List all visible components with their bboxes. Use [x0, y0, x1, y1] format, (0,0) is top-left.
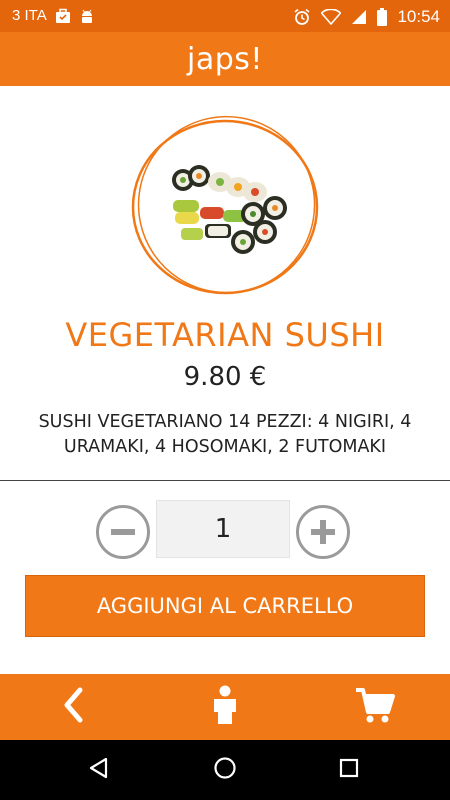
app-logo: japs!	[187, 41, 263, 77]
recents-square-icon	[338, 757, 360, 783]
status-bar: 3 ITA 10:54	[0, 0, 450, 32]
cart-icon	[354, 686, 396, 728]
product-title: VEGETARIAN SUSHI	[65, 316, 385, 354]
quantity-plus-button[interactable]	[296, 505, 350, 559]
alarm-icon	[293, 8, 311, 26]
wifi-icon	[321, 9, 342, 25]
nav-back-button[interactable]	[33, 674, 113, 740]
back-chevron-icon	[60, 687, 86, 727]
quantity-input[interactable]	[156, 500, 290, 558]
carrier-label: 3 ITA	[12, 7, 47, 24]
bottom-nav	[0, 674, 450, 740]
status-right: 10:54	[293, 7, 440, 27]
system-back-button[interactable]	[69, 740, 129, 800]
briefcase-icon	[55, 8, 71, 24]
signal-icon	[351, 9, 367, 25]
product-description: SUSHI VEGETARIANO 14 PEZZI: 4 NIGIRI, 4 …	[38, 412, 412, 457]
status-left: 3 ITA	[12, 7, 95, 24]
clock-time: 10:54	[397, 7, 440, 26]
product-price: 9.80 €	[183, 362, 267, 392]
divider	[0, 480, 450, 481]
quantity-minus-button[interactable]	[96, 505, 150, 559]
app-header: japs!	[0, 32, 450, 86]
system-home-button[interactable]	[195, 740, 255, 800]
back-triangle-icon	[88, 757, 110, 783]
system-nav-bar	[0, 740, 450, 800]
product-image	[125, 112, 325, 302]
home-circle-icon	[213, 756, 237, 784]
system-recents-button[interactable]	[319, 740, 379, 800]
android-icon	[79, 8, 95, 24]
add-to-cart-button[interactable]: AGGIUNGI AL CARRELLO	[25, 575, 425, 637]
user-icon	[211, 685, 239, 729]
add-to-cart-label: AGGIUNGI AL CARRELLO	[96, 594, 354, 618]
nav-user-button[interactable]	[185, 674, 265, 740]
nav-cart-button[interactable]	[335, 674, 415, 740]
battery-icon	[377, 8, 388, 26]
